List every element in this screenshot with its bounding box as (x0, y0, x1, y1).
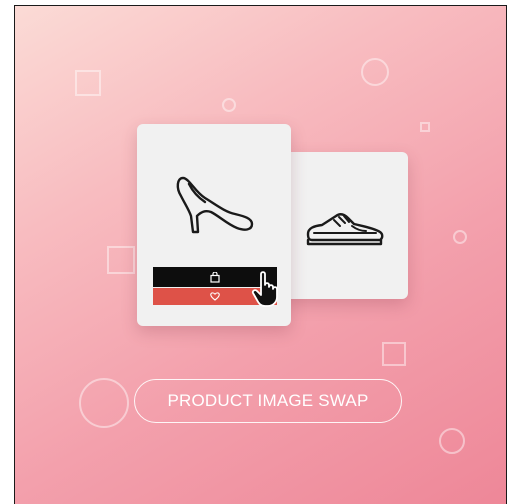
pointer-hand-icon (251, 271, 278, 307)
decor-square (75, 70, 101, 96)
title-text: PRODUCT IMAGE SWAP (167, 391, 369, 410)
decor-square (107, 246, 135, 274)
sneaker-icon (306, 213, 384, 246)
product-image-swap-title: PRODUCT IMAGE SWAP (134, 379, 402, 423)
decor-circle (453, 230, 467, 244)
heart-icon (210, 292, 220, 301)
decor-circle (222, 98, 236, 112)
decor-circle (79, 378, 129, 428)
decor-square (420, 122, 430, 132)
decor-circle (439, 428, 465, 454)
high-heel-shoe-icon (176, 176, 254, 234)
decor-square (382, 342, 406, 366)
decor-circle (361, 58, 389, 86)
banner-frame: PRODUCT IMAGE SWAP (14, 5, 507, 504)
shopping-bag-icon (210, 271, 220, 283)
product-card-primary[interactable] (137, 124, 291, 326)
product-card-secondary[interactable] (282, 152, 408, 299)
